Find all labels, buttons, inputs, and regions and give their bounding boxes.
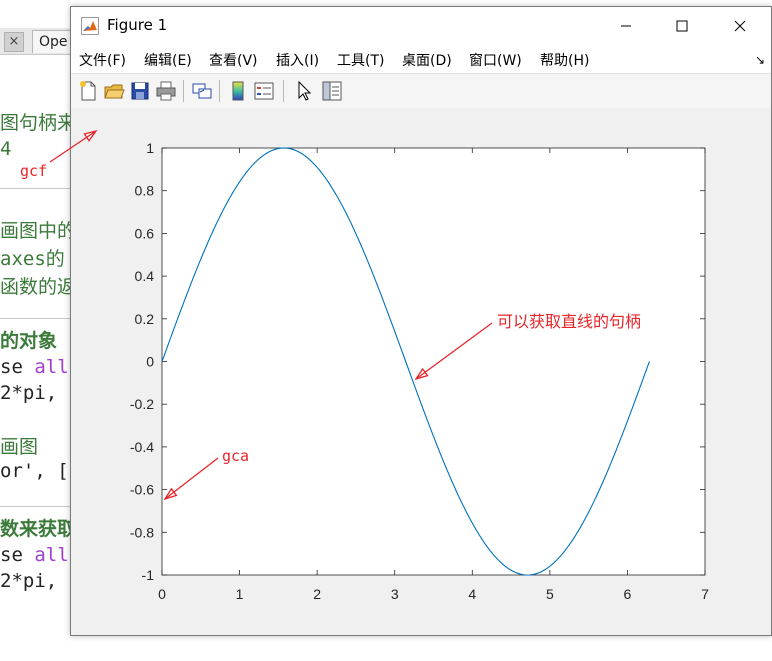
y-tick-label: 0.8	[135, 183, 155, 199]
y-tick-label: 0	[146, 354, 154, 370]
x-tick-label: 2	[313, 586, 321, 602]
gca-label: gca	[222, 447, 249, 465]
y-tick-label: -0.4	[130, 439, 154, 455]
y-tick-label: 0.2	[135, 311, 155, 327]
y-tick-label: -0.2	[130, 396, 154, 412]
x-tick-label: 7	[701, 586, 709, 602]
x-tick-label: 6	[624, 586, 632, 602]
gcf-arrow-head	[83, 129, 98, 142]
x-tick-label: 5	[546, 586, 554, 602]
plot-overlay: 0 1 2 3 4 5 6 7 -1 -0.8 -0.6 -0.4 -0.2 0 0.2 0.4 0.6 0.8 1…	[20, 129, 709, 602]
gcf-label: gcf	[20, 162, 47, 180]
x-tick-label: 0	[158, 586, 166, 602]
x-tick-label: 4	[468, 586, 476, 602]
y-tick-label: -1	[142, 567, 155, 583]
line-handle-label: 可以获取直线的句柄	[497, 312, 641, 331]
y-tick-label: -0.6	[130, 482, 154, 498]
y-tick-label: -0.8	[130, 524, 154, 540]
plot-area	[161, 147, 706, 576]
gcf-arrow	[49, 130, 97, 163]
y-tick-label: 0.6	[135, 225, 155, 241]
y-tick-label: 0.4	[135, 268, 155, 284]
axes[interactable]: 0 1 2 3 4 5 6 7 -1 -0.8 -0.6 -0.4 -0.2 0 0.2 0.4 0.6 0.8 1	[130, 140, 709, 602]
x-tick-label: 3	[391, 586, 399, 602]
x-tick-label: 1	[236, 586, 244, 602]
y-tick-label: 1	[146, 140, 154, 156]
